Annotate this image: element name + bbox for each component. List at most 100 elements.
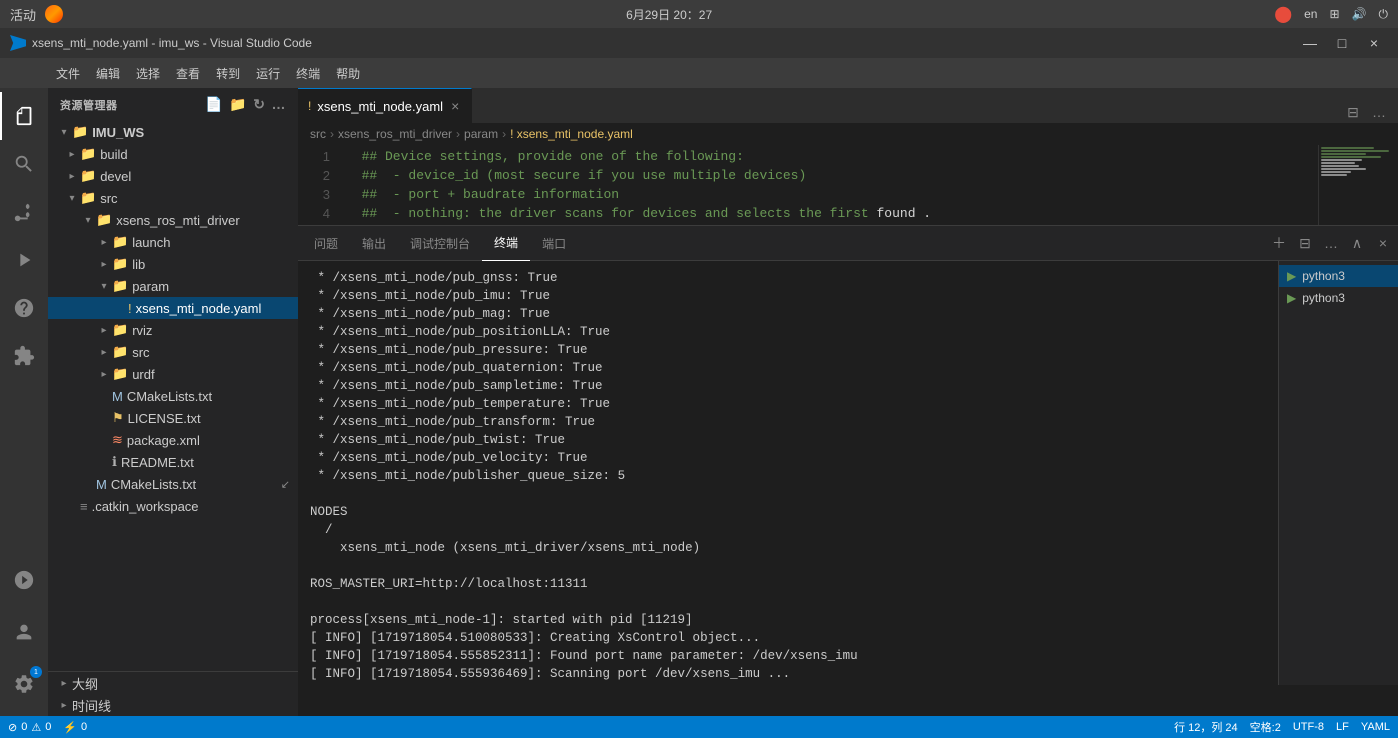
- panel-tab-bar: 问题 输出 调试控制台 终端 端口 ＋: [298, 226, 1398, 261]
- panel-tab-output[interactable]: 输出: [350, 226, 398, 261]
- minimize-button[interactable]: —: [1296, 33, 1324, 53]
- panel-maximize-button[interactable]: ∧: [1346, 232, 1368, 254]
- status-eol[interactable]: LF: [1336, 719, 1349, 735]
- editor-area: ! xsens_mti_node.yaml × ⊟ … src › xsens_…: [298, 88, 1398, 716]
- status-errors[interactable]: ⊘ 0 ⚠ 0: [8, 721, 51, 734]
- close-button[interactable]: ×: [1360, 33, 1388, 53]
- firefox-icon[interactable]: [44, 4, 64, 24]
- status-position[interactable]: 行 12，列 24: [1174, 719, 1238, 735]
- status-encoding[interactable]: UTF-8: [1293, 719, 1324, 735]
- tree-item-cmake2[interactable]: M CMakeLists.txt ↙: [48, 473, 298, 495]
- panel-close-button[interactable]: ×: [1372, 232, 1394, 254]
- term-line: * /xsens_mti_node/publisher_queue_size: …: [310, 467, 1266, 485]
- activity-run-debug[interactable]: [0, 236, 48, 284]
- term-line: [310, 557, 1266, 575]
- tree-item-launch[interactable]: ▸ 📁 launch: [48, 231, 298, 253]
- breadcrumb-file[interactable]: ! xsens_mti_node.yaml: [510, 127, 633, 141]
- tree-item-src[interactable]: ▾ 📁 src: [48, 187, 298, 209]
- maximize-button[interactable]: □: [1328, 33, 1356, 53]
- new-terminal-button[interactable]: ＋: [1268, 232, 1290, 254]
- tree-item-devel[interactable]: ▸ 📁 devel: [48, 165, 298, 187]
- status-spaces[interactable]: 空格:2: [1250, 719, 1281, 735]
- power-icon: ⏻: [1378, 7, 1388, 22]
- refresh-icon[interactable]: ↻: [253, 96, 265, 113]
- menu-run[interactable]: 运行: [248, 61, 288, 86]
- terminal-session-1[interactable]: ▶ python3: [1279, 265, 1398, 287]
- new-folder-icon[interactable]: 📁: [229, 96, 247, 113]
- tree-item-package-xml[interactable]: ≋ package.xml: [48, 429, 298, 451]
- outline-section[interactable]: ▸ 大纲: [48, 672, 298, 694]
- panel-tab-problems[interactable]: 问题: [302, 226, 350, 261]
- spaces-label: 空格:2: [1250, 719, 1281, 735]
- tree-item-rviz[interactable]: ▸ 📁 rviz: [48, 319, 298, 341]
- more-options-icon[interactable]: …: [272, 96, 287, 113]
- activity-extensions[interactable]: [0, 332, 48, 380]
- tab-yaml-label: xsens_mti_node.yaml: [317, 99, 443, 114]
- code-line-4: ## - nothing: the driver scans for devic…: [346, 204, 1318, 223]
- activity-help[interactable]: [0, 284, 48, 332]
- term-line: * /xsens_mti_node/pub_mag: True: [310, 305, 1266, 323]
- tree-item-cmake1[interactable]: M CMakeLists.txt: [48, 385, 298, 407]
- tree-item-src2[interactable]: ▸ 📁 src: [48, 341, 298, 363]
- terminal-content[interactable]: * /xsens_mti_node/pub_gnss: True * /xsen…: [298, 261, 1278, 685]
- tree-item-urdf[interactable]: ▸ 📁 urdf: [48, 363, 298, 385]
- tab-close-yaml[interactable]: ×: [449, 96, 461, 116]
- activity-settings[interactable]: 1: [0, 660, 48, 708]
- code-line-1: ## Device settings, provide one of the f…: [346, 147, 1318, 166]
- status-bar: ⊘ 0 ⚠ 0 ⚡ 0 行 12，列 24 空格:2 UTF-8 LF YAML: [0, 716, 1398, 738]
- split-terminal-button[interactable]: ⊟: [1294, 232, 1316, 254]
- activity-search[interactable]: [0, 140, 48, 188]
- panel-tab-ports[interactable]: 端口: [530, 226, 578, 261]
- tree-item-imu-ws[interactable]: ▾ 📁 IMU_WS: [48, 121, 298, 143]
- timeline-section[interactable]: ▸ 时间线: [48, 694, 298, 716]
- more-actions-button[interactable]: …: [1368, 101, 1390, 123]
- status-git[interactable]: ⚡ 0: [63, 721, 87, 734]
- breadcrumb-src[interactable]: src: [310, 127, 326, 141]
- position-label: 行 12，列 24: [1174, 719, 1238, 735]
- tree-item-param[interactable]: ▾ 📁 param: [48, 275, 298, 297]
- activity-account[interactable]: [0, 608, 48, 656]
- code-content[interactable]: ## Device settings, provide one of the f…: [338, 145, 1318, 225]
- tab-yaml-icon: !: [308, 99, 311, 113]
- new-file-icon[interactable]: 📄: [205, 96, 223, 113]
- tree-item-readme[interactable]: ℹ README.txt: [48, 451, 298, 473]
- term-line: * /xsens_mti_node/pub_sampletime: True: [310, 377, 1266, 395]
- status-language[interactable]: YAML: [1361, 719, 1390, 735]
- split-editor-button[interactable]: ⊟: [1342, 101, 1364, 123]
- minimize-icon[interactable]: ⬤: [1274, 4, 1292, 24]
- menu-help[interactable]: 帮助: [328, 61, 368, 86]
- menu-view[interactable]: 查看: [168, 61, 208, 86]
- term-line: xsens_mti_node (xsens_mti_driver/xsens_m…: [310, 539, 1266, 557]
- session-label-2: python3: [1302, 291, 1345, 305]
- tree-item-yaml[interactable]: ! xsens_mti_node.yaml: [48, 297, 298, 319]
- term-line: [ INFO] [1719718054.669706938]: Found a …: [310, 683, 1266, 685]
- tree-item-license[interactable]: ⚑ LICENSE.txt: [48, 407, 298, 429]
- activity-source-control[interactable]: [0, 188, 48, 236]
- activity-remote[interactable]: [0, 556, 48, 604]
- panel-tab-debug[interactable]: 调试控制台: [398, 226, 482, 261]
- tree-item-catkin[interactable]: ≡ .catkin_workspace: [48, 495, 298, 517]
- encoding-label: UTF-8: [1293, 721, 1324, 733]
- menu-file[interactable]: 文件: [48, 61, 88, 86]
- network-icon: ⊞: [1329, 7, 1339, 21]
- breadcrumb-param[interactable]: param: [464, 127, 498, 141]
- settings-badge: 1: [30, 666, 42, 678]
- menu-select[interactable]: 选择: [128, 61, 168, 86]
- menu-goto[interactable]: 转到: [208, 61, 248, 86]
- terminal-session-2[interactable]: ▶ python3: [1279, 287, 1398, 309]
- menu-edit[interactable]: 编辑: [88, 61, 128, 86]
- error-icon: ⊘: [8, 721, 17, 734]
- tree-item-xsens-driver[interactable]: ▾ 📁 xsens_ros_mti_driver: [48, 209, 298, 231]
- panel-tab-terminal[interactable]: 终端: [482, 226, 530, 261]
- activity-explorer[interactable]: [0, 92, 48, 140]
- code-section: 1 2 3 4 ## Device settings, provide one …: [298, 145, 1398, 225]
- breadcrumb-driver[interactable]: xsens_ros_mti_driver: [338, 127, 452, 141]
- tree-item-build[interactable]: ▸ 📁 build: [48, 143, 298, 165]
- panel-body: * /xsens_mti_node/pub_gnss: True * /xsen…: [298, 261, 1398, 685]
- window-title: xsens_mti_node.yaml - imu_ws - Visual St…: [32, 36, 312, 50]
- panel-more-button[interactable]: …: [1320, 232, 1342, 254]
- tab-yaml[interactable]: ! xsens_mti_node.yaml ×: [298, 88, 472, 123]
- menu-bar[interactable]: 文件 编辑 选择 查看 转到 运行 终端 帮助: [48, 61, 368, 86]
- menu-terminal[interactable]: 终端: [288, 61, 328, 86]
- tree-item-lib[interactable]: ▸ 📁 lib: [48, 253, 298, 275]
